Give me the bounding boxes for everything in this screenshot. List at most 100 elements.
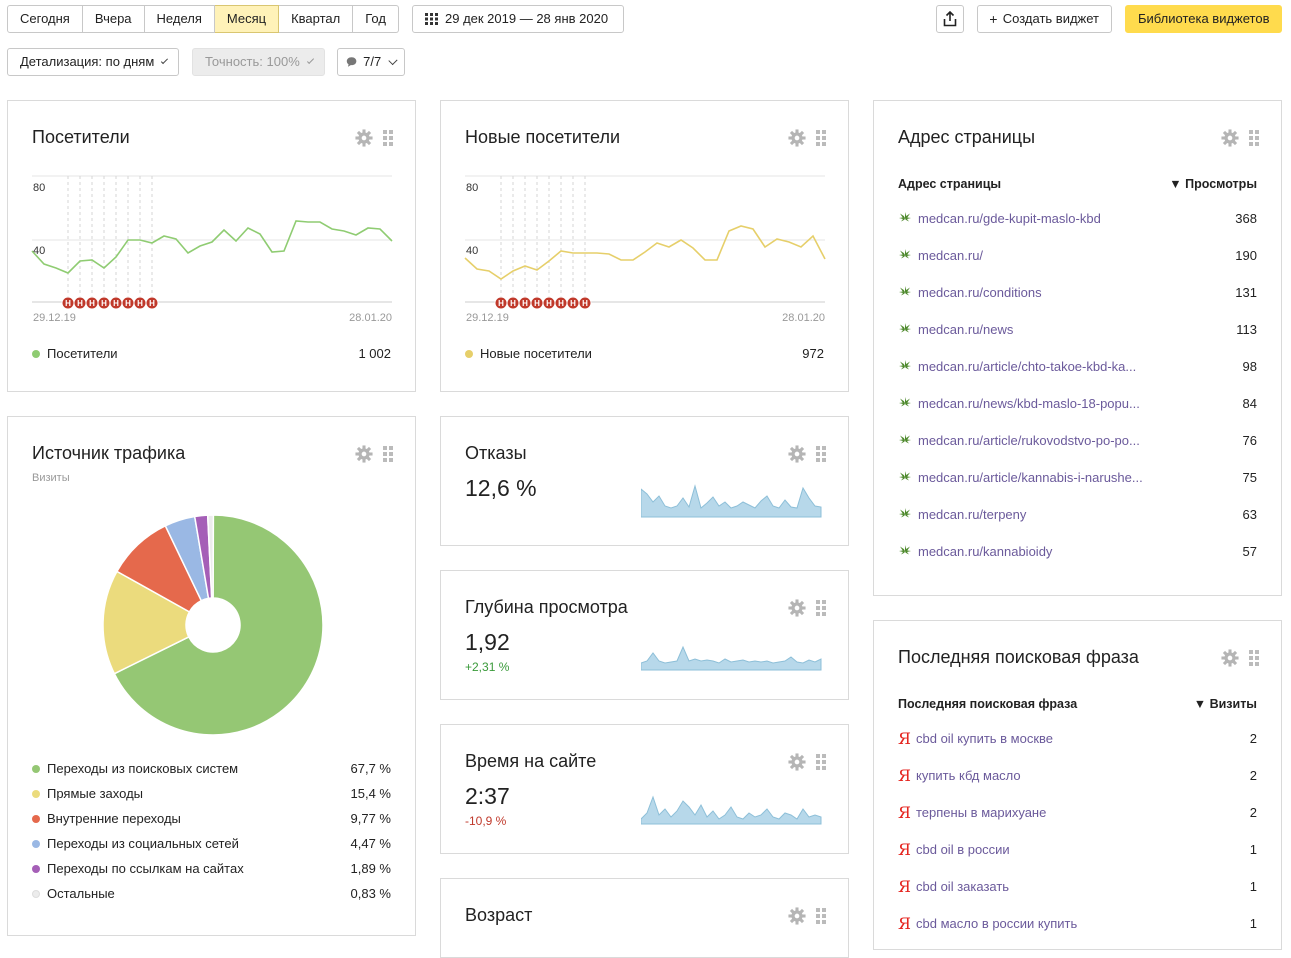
column-header-url[interactable]: Адрес страницы [898, 177, 1001, 191]
table-row: medcan.ru/news 113 [898, 320, 1257, 338]
drag-handle-icon[interactable] [816, 446, 826, 462]
legend-item[interactable]: Переходы по ссылкам на сайтах 1,89 % [32, 861, 391, 876]
bounce-rate-widget: Отказы 12,6 % [440, 416, 849, 546]
legend-value: 9,77 % [350, 811, 391, 826]
accuracy-dropdown[interactable]: Точность: 100% [192, 48, 325, 76]
visits-count: 2 [1249, 767, 1257, 783]
svg-text:Н: Н [522, 299, 528, 308]
cannabis-leaf-icon [899, 508, 911, 520]
cannabis-leaf-icon [899, 471, 911, 483]
page-url-link[interactable]: medcan.ru/terpeny [898, 507, 1026, 522]
table-header: Адрес страницы ▼ Просмотры [898, 177, 1257, 191]
page-url-link[interactable]: medcan.ru/news [898, 322, 1013, 337]
visits-count: 1 [1249, 915, 1257, 931]
table-row: medcan.ru/article/rukovodstvo-po-po... 76 [898, 431, 1257, 449]
gear-icon[interactable] [788, 599, 806, 617]
legend-label: Новые посетители [480, 346, 592, 361]
column-header-visits[interactable]: ▼ Визиты [1194, 697, 1257, 711]
period-quarter-button[interactable]: Квартал [279, 5, 354, 33]
legend-value: 4,47 % [350, 836, 391, 851]
holiday-markers: НН НН НН НН [494, 296, 592, 310]
legend-label: Переходы по ссылкам на сайтах [47, 861, 244, 876]
date-range-picker[interactable]: 29 дек 2019 — 28 янв 2020 [412, 5, 624, 33]
gear-icon[interactable] [788, 907, 806, 925]
table-row: medcan.ru/190 [898, 246, 1257, 264]
page-url-link[interactable]: medcan.ru/ [898, 248, 983, 263]
period-yesterday-button[interactable]: Вчера [82, 5, 145, 33]
drag-handle-icon[interactable] [816, 754, 826, 770]
page-url-link[interactable]: medcan.ru/gde-kupit-maslo-kbd [898, 211, 1101, 226]
page-url-link[interactable]: medcan.ru/news/kbd-maslo-18-popu... [898, 396, 1140, 411]
legend-item[interactable]: Внутренние переходы 9,77 % [32, 811, 391, 826]
period-month-button[interactable]: Месяц [214, 5, 280, 33]
chart-legend-row[interactable]: Новые посетители 972 [465, 346, 824, 361]
detail-label: Детализация: по дням [20, 54, 155, 69]
page-url-link[interactable]: medcan.ru/article/kannabis-i-narushe... [898, 470, 1143, 485]
search-phrase-link[interactable]: Якупить кбд масло [898, 766, 1021, 785]
gear-icon[interactable] [788, 753, 806, 771]
gear-icon[interactable] [1221, 129, 1239, 147]
search-phrase-link[interactable]: Яcbd oil купить в москве [898, 729, 1053, 748]
widget-title: Время на сайте [465, 751, 597, 771]
detail-dropdown[interactable]: Детализация: по дням [7, 48, 179, 76]
y-tick-80: 80 [466, 182, 478, 194]
visitors-line-chart: 80 40 НН НН НН НН 29.12.19 28.01.20 [31, 175, 393, 324]
search-phrase-widget: Последняя поисковая фраза Последняя поис… [873, 620, 1282, 950]
period-today-button[interactable]: Сегодня [7, 5, 83, 33]
cannabis-leaf-icon [899, 212, 911, 224]
comments-dropdown[interactable]: 7/7 [337, 48, 405, 76]
views-count: 98 [1242, 358, 1257, 374]
drag-handle-icon[interactable] [816, 600, 826, 616]
page-url-link[interactable]: medcan.ru/article/rukovodstvo-po-po... [898, 433, 1140, 448]
drag-handle-icon[interactable] [816, 908, 826, 924]
page-url-link[interactable]: medcan.ru/kannabioidy [898, 544, 1052, 559]
period-week-button[interactable]: Неделя [144, 5, 215, 33]
date-range-label: 29 дек 2019 — 28 янв 2020 [445, 11, 609, 26]
cannabis-leaf-icon [899, 286, 911, 298]
drag-handle-icon[interactable] [1249, 130, 1259, 146]
page-url-link[interactable]: medcan.ru/conditions [898, 285, 1042, 300]
legend-label: Посетители [47, 346, 118, 361]
gear-icon[interactable] [1221, 649, 1239, 667]
plus-icon [990, 15, 997, 23]
traffic-source-widget: Источник трафика Визиты Переходы из поис… [7, 416, 416, 936]
search-phrase-link[interactable]: Яcbd oil заказать [898, 877, 1009, 896]
page-url-link[interactable]: medcan.ru/article/chto-takoe-kbd-ka... [898, 359, 1136, 374]
table-row: Ятерпены в марихуане 2 [898, 803, 1257, 822]
time-on-site-widget: Время на сайте 2:37 -10,9 % [440, 724, 849, 854]
traffic-pie-chart [102, 514, 324, 736]
legend-item[interactable]: Переходы из поисковых систем 67,7 % [32, 761, 391, 776]
legend-item[interactable]: Прямые заходы 15,4 % [32, 786, 391, 801]
table-row: medcan.ru/news/kbd-maslo-18-popu... 84 [898, 394, 1257, 412]
chart-legend-row[interactable]: Посетители 1 002 [32, 346, 391, 361]
widget-library-button[interactable]: Библиотека виджетов [1125, 5, 1282, 33]
period-year-button[interactable]: Год [353, 5, 399, 33]
column-header-phrase[interactable]: Последняя поисковая фраза [898, 697, 1077, 711]
table-row: medcan.ru/conditions 131 [898, 283, 1257, 301]
table-row: Яcbd oil заказать 1 [898, 877, 1257, 896]
chevron-down-icon [161, 56, 169, 64]
visits-count: 1 [1249, 841, 1257, 857]
svg-text:Н: Н [101, 299, 107, 308]
table-header: Последняя поисковая фраза ▼ Визиты [898, 697, 1257, 711]
create-widget-button[interactable]: Создать виджет [977, 5, 1112, 33]
legend-item[interactable]: Остальные 0,83 % [32, 886, 391, 901]
comment-icon [346, 57, 357, 67]
search-phrase-link[interactable]: Яcbd масло в россии купить [898, 914, 1077, 933]
search-phrase-link[interactable]: Яcbd oil в россии [898, 840, 1010, 859]
svg-text:Н: Н [89, 299, 95, 308]
svg-text:Н: Н [534, 299, 540, 308]
cannabis-leaf-icon [899, 360, 911, 372]
visits-count: 1 [1249, 878, 1257, 894]
gear-icon[interactable] [788, 445, 806, 463]
legend-item[interactable]: Переходы из социальных сетей 4,47 % [32, 836, 391, 851]
column-header-views[interactable]: ▼ Просмотры [1169, 177, 1257, 191]
legend-total: 1 002 [358, 346, 391, 361]
share-button[interactable] [936, 5, 964, 33]
table-row: medcan.ru/terpeny 63 [898, 505, 1257, 523]
svg-text:Н: Н [77, 299, 83, 308]
search-phrase-link[interactable]: Ятерпены в марихуане [898, 803, 1046, 822]
legend-value: 15,4 % [350, 786, 391, 801]
chevron-down-icon [388, 55, 398, 65]
drag-handle-icon[interactable] [1249, 650, 1259, 666]
